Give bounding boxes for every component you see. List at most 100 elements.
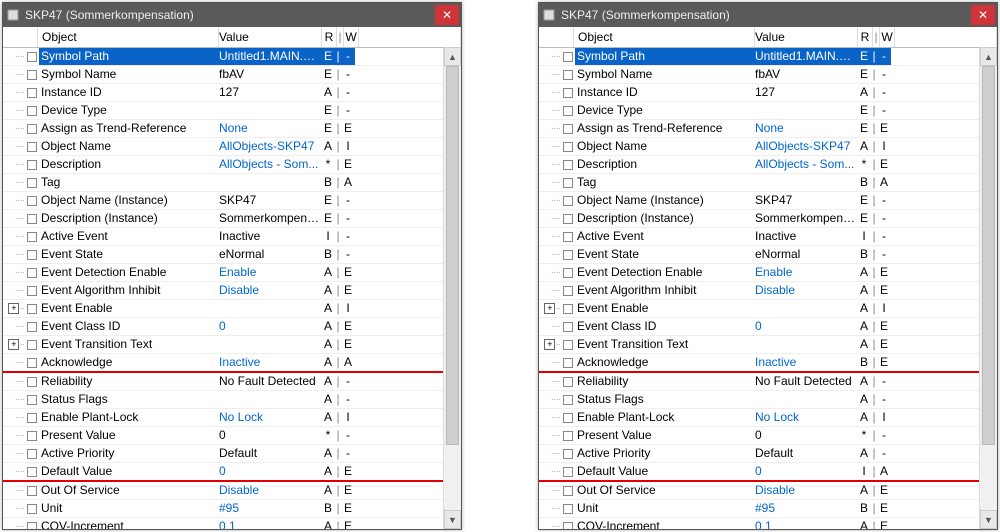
- tree-gutter[interactable]: ····: [539, 412, 575, 423]
- property-name[interactable]: Active Priority: [575, 445, 753, 462]
- property-row[interactable]: ····DescriptionAllObjects - Som...*|E: [539, 156, 997, 174]
- tree-gutter[interactable]: ····: [539, 394, 575, 405]
- tree-gutter[interactable]: ····: [3, 69, 39, 80]
- vertical-scrollbar[interactable]: ▲ ▼: [979, 47, 997, 529]
- titlebar[interactable]: SKP47 (Sommerkompensation) ✕: [539, 3, 997, 27]
- property-row[interactable]: ····Status FlagsA|-: [3, 391, 461, 409]
- property-value[interactable]: [753, 174, 857, 191]
- property-name[interactable]: Present Value: [575, 427, 753, 444]
- column-headers[interactable]: Object Value R | W: [3, 27, 461, 48]
- property-name[interactable]: Enable Plant-Lock: [39, 409, 217, 426]
- tree-gutter[interactable]: ····: [3, 159, 39, 170]
- property-name[interactable]: Acknowledge: [575, 354, 753, 371]
- tree-gutter[interactable]: ····: [539, 357, 575, 368]
- property-name[interactable]: Object Name (Instance): [39, 192, 217, 209]
- tree-gutter[interactable]: ····: [539, 69, 575, 80]
- property-row[interactable]: ····Assign as Trend-ReferenceNoneE|E: [3, 120, 461, 138]
- tree-gutter[interactable]: ····: [539, 448, 575, 459]
- property-row[interactable]: ····Object NameAllObjects-SKP47A|I: [539, 138, 997, 156]
- property-value[interactable]: No Fault Detected: [217, 373, 321, 390]
- property-row[interactable]: ····Event StateeNormalB|-: [539, 246, 997, 264]
- property-value[interactable]: Untitled1.MAIN.R...: [217, 48, 321, 65]
- tree-gutter[interactable]: ····: [3, 105, 39, 116]
- property-name[interactable]: Out Of Service: [39, 482, 217, 499]
- property-row[interactable]: ····Present Value0*|-: [539, 427, 997, 445]
- tree-gutter[interactable]: ····: [539, 485, 575, 496]
- property-value[interactable]: AllObjects - Som...: [217, 156, 321, 173]
- property-value[interactable]: Default: [753, 445, 857, 462]
- property-value[interactable]: Disable: [217, 282, 321, 299]
- tree-gutter[interactable]: ····: [539, 195, 575, 206]
- property-name[interactable]: Tag: [575, 174, 753, 191]
- property-name[interactable]: Present Value: [39, 427, 217, 444]
- expand-icon[interactable]: +: [544, 303, 555, 314]
- property-row[interactable]: ····Active PriorityDefaultA|-: [3, 445, 461, 463]
- property-row[interactable]: ····Event Detection EnableEnableA|E: [3, 264, 461, 282]
- property-name[interactable]: Event Algorithm Inhibit: [39, 282, 217, 299]
- property-value[interactable]: 0: [217, 427, 321, 444]
- property-name[interactable]: Reliability: [39, 373, 217, 390]
- tree-gutter[interactable]: ····: [539, 231, 575, 242]
- property-row[interactable]: ····TagB|A: [539, 174, 997, 192]
- property-value[interactable]: Inactive: [753, 354, 857, 371]
- scroll-down-button[interactable]: ▼: [980, 510, 997, 529]
- header-w[interactable]: W: [880, 27, 895, 47]
- property-row[interactable]: ····Default Value0I|A: [539, 463, 997, 482]
- property-name[interactable]: Description (Instance): [39, 210, 217, 227]
- property-value[interactable]: 0: [217, 463, 321, 480]
- property-value[interactable]: [217, 300, 321, 317]
- property-name[interactable]: Instance ID: [575, 84, 753, 101]
- property-row[interactable]: ····Instance ID127A|-: [3, 84, 461, 102]
- property-row[interactable]: ····Symbol NamefbAVE|-: [539, 66, 997, 84]
- property-value[interactable]: No Fault Detected: [753, 373, 857, 390]
- tree-gutter[interactable]: ····: [539, 213, 575, 224]
- property-value[interactable]: fbAV: [217, 66, 321, 83]
- property-name[interactable]: Symbol Name: [39, 66, 217, 83]
- tree-gutter[interactable]: ····: [539, 466, 575, 477]
- property-value[interactable]: 0: [753, 318, 857, 335]
- property-value[interactable]: Disable: [753, 482, 857, 499]
- property-value[interactable]: eNormal: [753, 246, 857, 263]
- property-row[interactable]: ····ReliabilityNo Fault DetectedA|-: [3, 373, 461, 391]
- property-value[interactable]: Disable: [217, 482, 321, 499]
- property-name[interactable]: Description: [39, 156, 217, 173]
- tree-gutter[interactable]: ····: [539, 105, 575, 116]
- header-w[interactable]: W: [344, 27, 359, 47]
- property-row[interactable]: ····Unit#95B|E: [539, 500, 997, 518]
- property-name[interactable]: Active Event: [39, 228, 217, 245]
- property-value[interactable]: None: [217, 120, 321, 137]
- property-name[interactable]: Out Of Service: [575, 482, 753, 499]
- tree-gutter[interactable]: +··: [539, 303, 575, 314]
- property-name[interactable]: Object Name: [575, 138, 753, 155]
- vertical-scrollbar[interactable]: ▲ ▼: [443, 47, 461, 529]
- tree-gutter[interactable]: +··: [3, 339, 39, 350]
- header-value[interactable]: Value: [219, 27, 322, 47]
- property-name[interactable]: Unit: [39, 500, 217, 517]
- scroll-up-button[interactable]: ▲: [980, 47, 997, 66]
- column-headers[interactable]: Object Value R | W: [539, 27, 997, 48]
- property-name[interactable]: Event Enable: [39, 300, 217, 317]
- property-row[interactable]: +··Event Transition TextA|E: [3, 336, 461, 354]
- property-name[interactable]: Symbol Path: [39, 48, 217, 65]
- tree-gutter[interactable]: ····: [3, 51, 39, 62]
- property-name[interactable]: COV-Increment: [39, 518, 217, 529]
- property-value[interactable]: [753, 391, 857, 408]
- property-row[interactable]: ····Enable Plant-LockNo LockA|I: [539, 409, 997, 427]
- property-name[interactable]: Event State: [39, 246, 217, 263]
- property-value[interactable]: [753, 300, 857, 317]
- property-row[interactable]: ····Out Of ServiceDisableA|E: [3, 482, 461, 500]
- tree-gutter[interactable]: ····: [539, 87, 575, 98]
- tree-gutter[interactable]: ····: [3, 231, 39, 242]
- tree-gutter[interactable]: ····: [3, 503, 39, 514]
- tree-gutter[interactable]: ····: [3, 177, 39, 188]
- tree-gutter[interactable]: ····: [3, 430, 39, 441]
- tree-gutter[interactable]: ····: [3, 448, 39, 459]
- property-value[interactable]: 127: [753, 84, 857, 101]
- tree-gutter[interactable]: ····: [3, 213, 39, 224]
- property-name[interactable]: Unit: [575, 500, 753, 517]
- property-row[interactable]: ····COV-Increment0,1A|E: [3, 518, 461, 529]
- tree-gutter[interactable]: ····: [539, 123, 575, 134]
- tree-gutter[interactable]: ····: [3, 141, 39, 152]
- tree-gutter[interactable]: ····: [539, 249, 575, 260]
- property-name[interactable]: Event Transition Text: [39, 336, 217, 353]
